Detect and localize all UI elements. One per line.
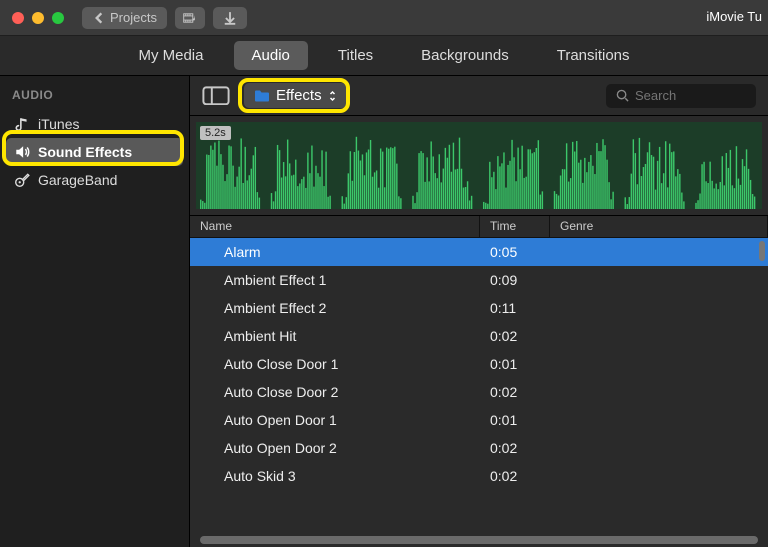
track-list[interactable]: Alarm0:05Ambient Effect 10:09Ambient Eff… — [190, 238, 768, 533]
horizontal-scrollbar[interactable] — [190, 533, 768, 547]
track-name: Auto Close Door 1 — [190, 356, 480, 372]
table-row[interactable]: Auto Open Door 10:01 — [190, 406, 768, 434]
close-window-button[interactable] — [12, 12, 24, 24]
track-time: 0:02 — [480, 384, 550, 400]
track-time: 0:05 — [480, 244, 550, 260]
download-arrow-icon — [223, 11, 237, 25]
waveform-duration-badge: 5.2s — [200, 126, 231, 140]
media-tabs: My Media Audio Titles Backgrounds Transition… — [0, 36, 768, 76]
chevron-left-icon — [92, 11, 106, 25]
minimize-window-button[interactable] — [32, 12, 44, 24]
updown-chevron-icon — [328, 90, 337, 102]
speaker-icon — [14, 144, 30, 160]
filmstrip-music-icon — [183, 11, 197, 25]
guitar-icon — [14, 172, 30, 188]
audio-sidebar: AUDIO iTunes Sound Effects GarageBand — [0, 76, 190, 547]
projects-back-button[interactable]: Projects — [82, 7, 167, 29]
waveform-graphic — [196, 122, 762, 209]
track-time: 0:11 — [480, 300, 550, 316]
column-name[interactable]: Name — [190, 216, 480, 237]
tab-my-media[interactable]: My Media — [120, 41, 221, 70]
track-name: Auto Close Door 2 — [190, 384, 480, 400]
search-field[interactable] — [606, 84, 756, 108]
table-row[interactable]: Auto Skid 30:02 — [190, 462, 768, 490]
folder-label: Effects — [276, 87, 322, 104]
track-name: Ambient Effect 1 — [190, 272, 480, 288]
table-row[interactable]: Ambient Effect 20:11 — [190, 294, 768, 322]
search-input[interactable] — [635, 88, 735, 103]
folder-icon — [254, 89, 270, 103]
tab-backgrounds[interactable]: Backgrounds — [403, 41, 527, 70]
sidebar-item-label: iTunes — [38, 116, 80, 132]
tab-transitions[interactable]: Transitions — [539, 41, 648, 70]
track-name: Ambient Hit — [190, 328, 480, 344]
folder-dropdown[interactable]: Effects — [244, 83, 347, 108]
track-time: 0:02 — [480, 328, 550, 344]
table-row[interactable]: Ambient Effect 10:09 — [190, 266, 768, 294]
sidebar-item-itunes[interactable]: iTunes — [0, 110, 189, 138]
track-name: Auto Skid 3 — [190, 468, 480, 484]
zoom-window-button[interactable] — [52, 12, 64, 24]
table-row[interactable]: Ambient Hit0:02 — [190, 322, 768, 350]
track-name: Auto Open Door 1 — [190, 412, 480, 428]
table-row[interactable]: Auto Close Door 10:01 — [190, 350, 768, 378]
waveform-preview[interactable]: 5.2s — [190, 116, 768, 216]
track-time: 0:01 — [480, 412, 550, 428]
table-row[interactable]: Alarm0:05 — [190, 238, 768, 266]
track-time: 0:09 — [480, 272, 550, 288]
table-row[interactable]: Auto Close Door 20:02 — [190, 378, 768, 406]
window-title: iMovie Tu — [706, 9, 762, 24]
scrollbar-thumb[interactable] — [759, 241, 765, 261]
track-name: Ambient Effect 2 — [190, 300, 480, 316]
column-headers: Name Time Genre — [190, 216, 768, 238]
music-note-icon — [14, 116, 30, 132]
tab-titles[interactable]: Titles — [320, 41, 391, 70]
media-import-button[interactable] — [175, 7, 205, 29]
sidebar-item-label: Sound Effects — [38, 144, 132, 160]
column-genre[interactable]: Genre — [550, 216, 768, 237]
import-download-button[interactable] — [213, 7, 247, 29]
sidebar-item-sound-effects[interactable]: Sound Effects — [6, 138, 183, 166]
titlebar: Projects iMovie Tu — [0, 0, 768, 36]
track-time: 0:02 — [480, 468, 550, 484]
sidebar-heading: AUDIO — [0, 88, 189, 110]
horizontal-scrollbar-thumb[interactable] — [200, 536, 758, 544]
track-time: 0:01 — [480, 356, 550, 372]
sidebar-toggle-button[interactable] — [202, 85, 230, 107]
tab-audio[interactable]: Audio — [234, 41, 308, 70]
track-time: 0:02 — [480, 440, 550, 456]
browser-toolbar: Effects — [190, 76, 768, 116]
sidebar-item-label: GarageBand — [38, 172, 117, 188]
sidebar-item-garageband[interactable]: GarageBand — [0, 166, 189, 194]
search-icon — [616, 89, 629, 102]
projects-label: Projects — [110, 10, 157, 25]
track-name: Alarm — [190, 244, 480, 260]
column-time[interactable]: Time — [480, 216, 550, 237]
audio-browser: Effects 5.2s Name Time Genre Alarm0:05Am… — [190, 76, 768, 547]
table-row[interactable]: Auto Open Door 20:02 — [190, 434, 768, 462]
sidebar-toggle-icon — [202, 86, 230, 106]
window-controls — [12, 12, 64, 24]
track-name: Auto Open Door 2 — [190, 440, 480, 456]
